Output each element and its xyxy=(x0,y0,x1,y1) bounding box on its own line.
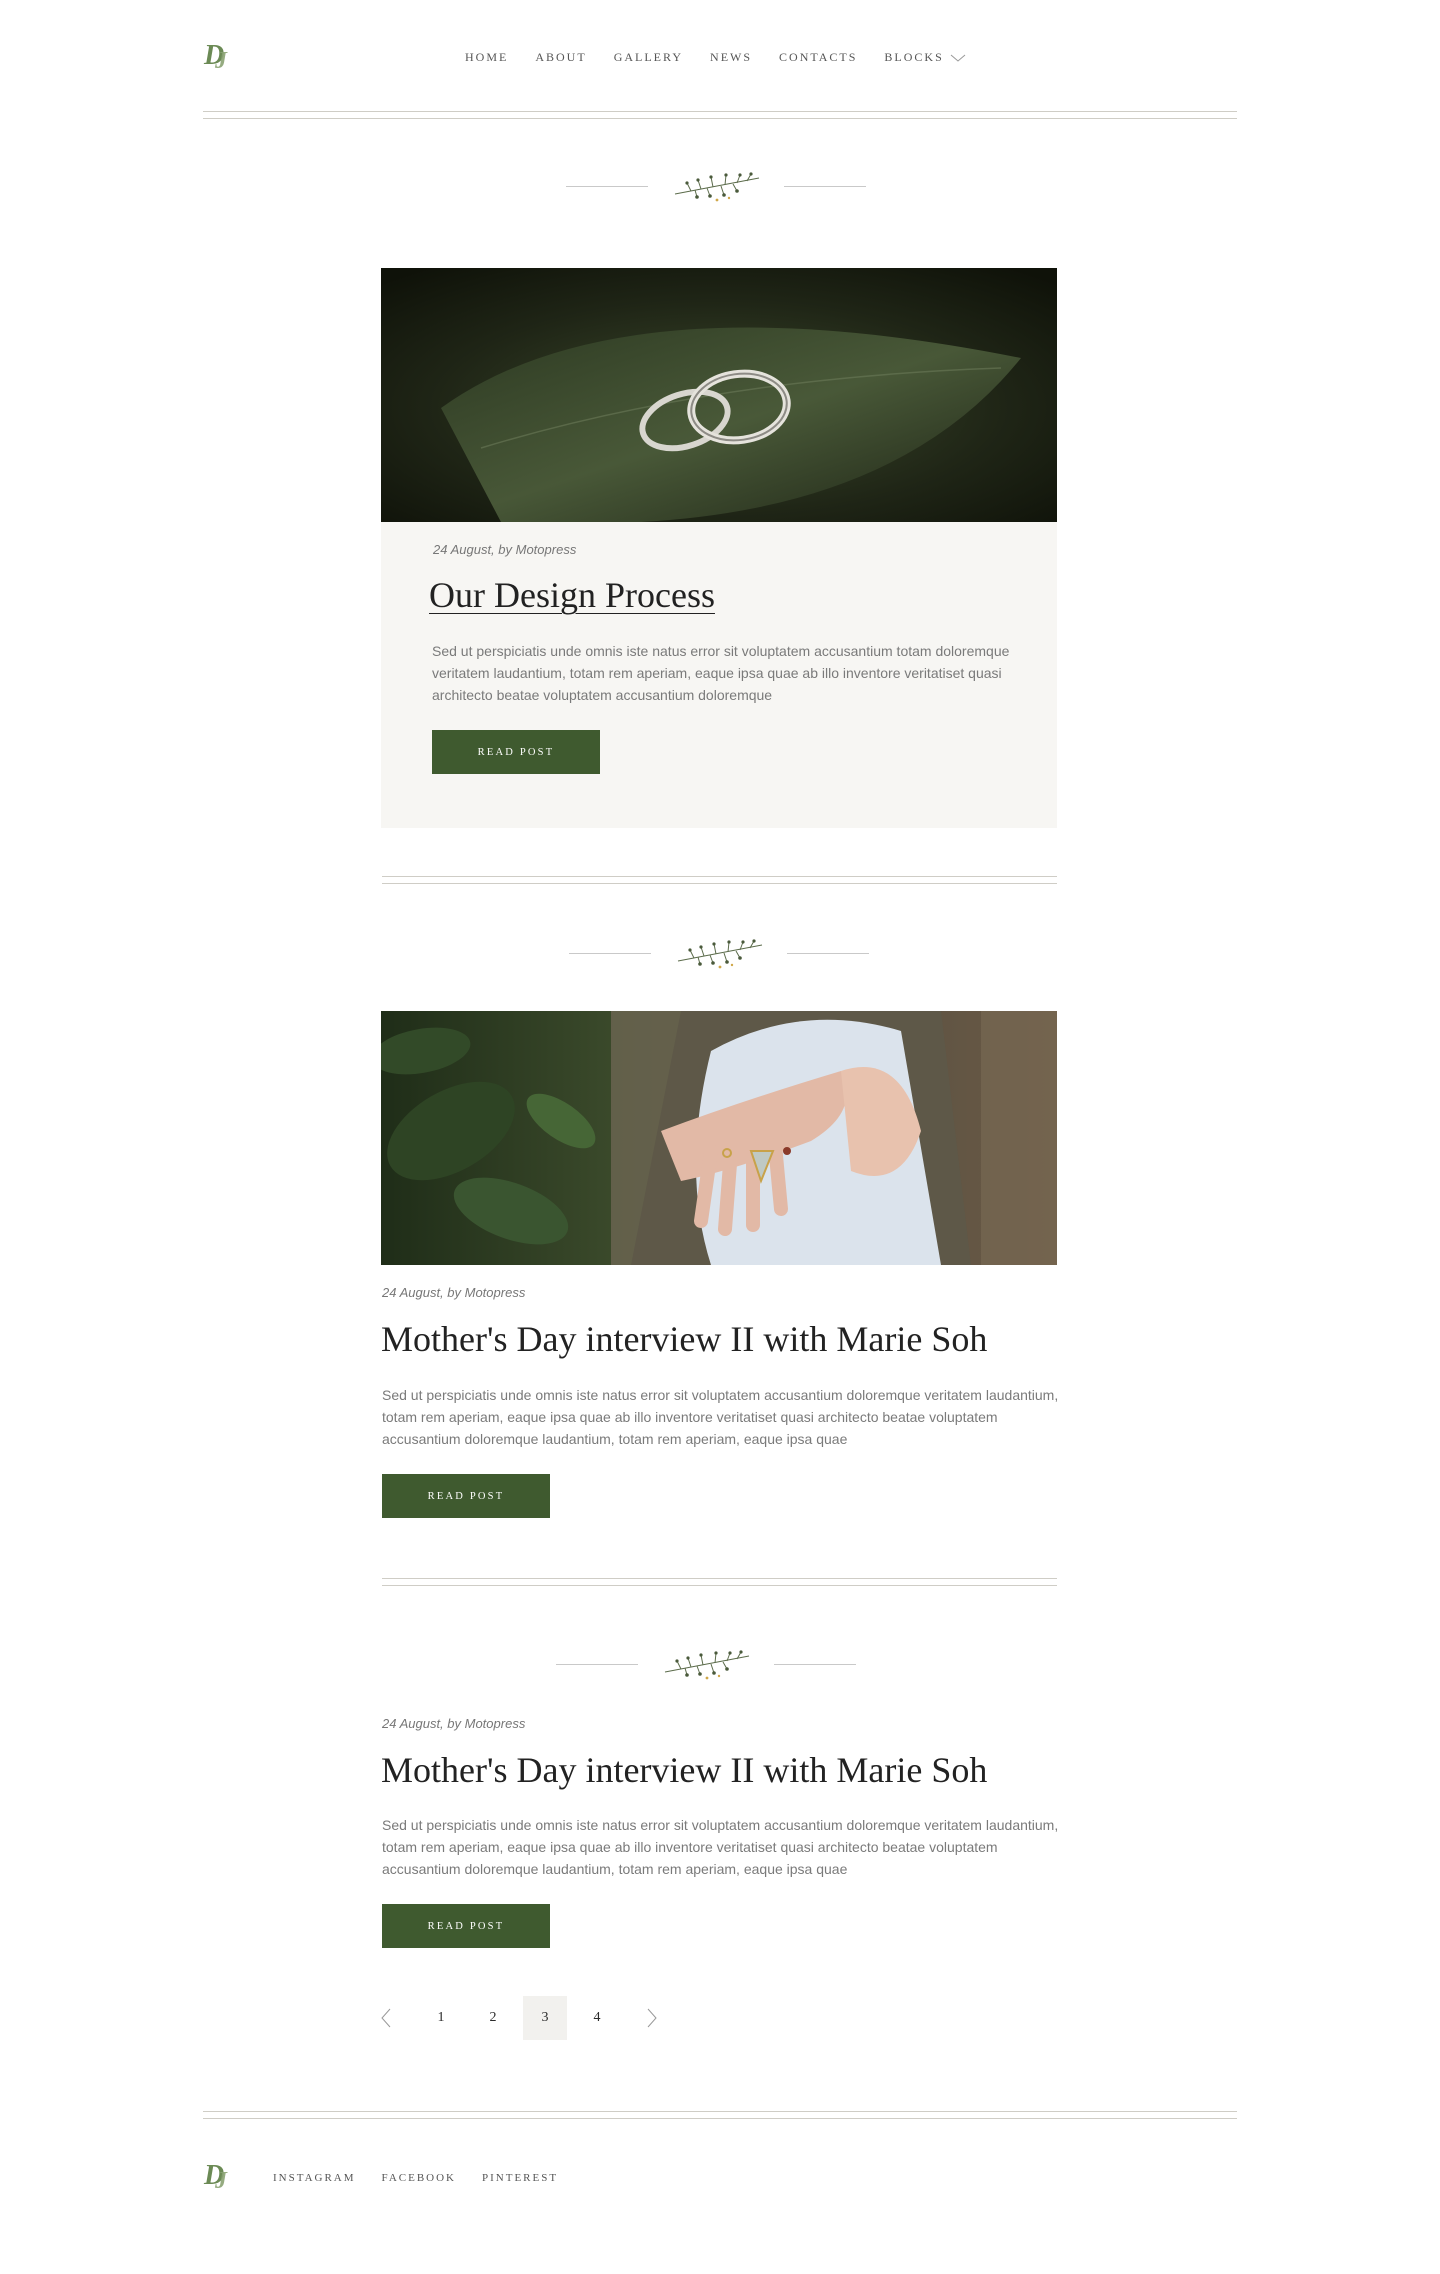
page-link-1[interactable]: 1 xyxy=(419,1996,463,2040)
read-post-button[interactable]: Read Post xyxy=(382,1904,550,1948)
header-divider xyxy=(203,111,1237,119)
footer-link-pinterest[interactable]: Pinterest xyxy=(482,2172,558,2184)
read-post-button[interactable]: Read Post xyxy=(382,1474,550,1518)
post-title[interactable]: Mother's Day interview II with Marie Soh xyxy=(381,1318,987,1360)
post-divider xyxy=(382,1578,1057,1586)
post-meta: 24 August, by Motopress xyxy=(382,1285,526,1300)
leaf-branch-icon xyxy=(664,1650,750,1680)
logo-icon: D J xyxy=(203,40,228,74)
post-excerpt: Sed ut perspiciatis unde omnis iste natu… xyxy=(382,1387,1059,1447)
page-link-2[interactable]: 2 xyxy=(471,1996,515,2040)
site-logo[interactable]: D J xyxy=(203,38,233,76)
post-excerpt: Sed ut perspiciatis unde omnis iste natu… xyxy=(382,1817,1059,1877)
footer-logo[interactable]: D J xyxy=(203,2158,233,2196)
main-nav: Home About Gallery News Contacts Blocks xyxy=(465,50,966,65)
nav-blocks[interactable]: Blocks xyxy=(884,50,943,65)
nav-about[interactable]: About xyxy=(535,50,586,65)
post-excerpt: Sed ut perspiciatis unde omnis iste natu… xyxy=(432,643,1010,703)
post-image-hands[interactable] xyxy=(381,1011,1057,1265)
chevron-down-icon xyxy=(950,54,966,62)
footer-link-facebook[interactable]: Facebook xyxy=(382,2172,456,2184)
post-image-rings[interactable] xyxy=(381,268,1057,522)
svg-text:J: J xyxy=(214,48,228,74)
prev-page-button[interactable] xyxy=(375,1996,397,2040)
read-post-button[interactable]: Read Post xyxy=(432,730,600,774)
nav-blocks-dropdown[interactable]: Blocks xyxy=(884,50,966,65)
nav-contacts[interactable]: Contacts xyxy=(779,50,857,65)
nav-gallery[interactable]: Gallery xyxy=(614,50,683,65)
post-divider xyxy=(382,876,1057,884)
footer-social-nav: Instagram Facebook Pinterest xyxy=(273,2172,584,2184)
leaf-branch-icon xyxy=(677,939,763,969)
site-header: D J Home About Gallery News Contacts Blo… xyxy=(203,0,1237,120)
ornament xyxy=(569,929,869,977)
leaf-branch-icon xyxy=(674,172,760,202)
chevron-right-icon xyxy=(647,2008,657,2028)
pagination: 1 2 3 4 xyxy=(375,1996,663,2040)
page-current: 3 xyxy=(523,1996,567,2040)
post-title[interactable]: Our Design Process xyxy=(429,574,715,616)
footer-divider xyxy=(203,2111,1237,2119)
hands-with-rings-image xyxy=(381,1011,1057,1265)
logo-icon: D J xyxy=(203,2160,228,2194)
chevron-left-icon xyxy=(381,2008,391,2028)
ornament xyxy=(556,1640,856,1688)
next-page-button[interactable] xyxy=(641,1996,663,2040)
post-meta: 24 August, by Motopress xyxy=(433,542,577,557)
page-link-4[interactable]: 4 xyxy=(575,1996,619,2040)
nav-news[interactable]: News xyxy=(710,50,752,65)
footer-link-instagram[interactable]: Instagram xyxy=(273,2172,356,2184)
ornament xyxy=(566,162,866,210)
post-meta: 24 August, by Motopress xyxy=(382,1716,526,1731)
nav-home[interactable]: Home xyxy=(465,50,508,65)
wedding-rings-image xyxy=(381,268,1057,522)
post-title[interactable]: Mother's Day interview II with Marie Soh xyxy=(381,1749,987,1791)
svg-text:J: J xyxy=(214,2168,228,2194)
